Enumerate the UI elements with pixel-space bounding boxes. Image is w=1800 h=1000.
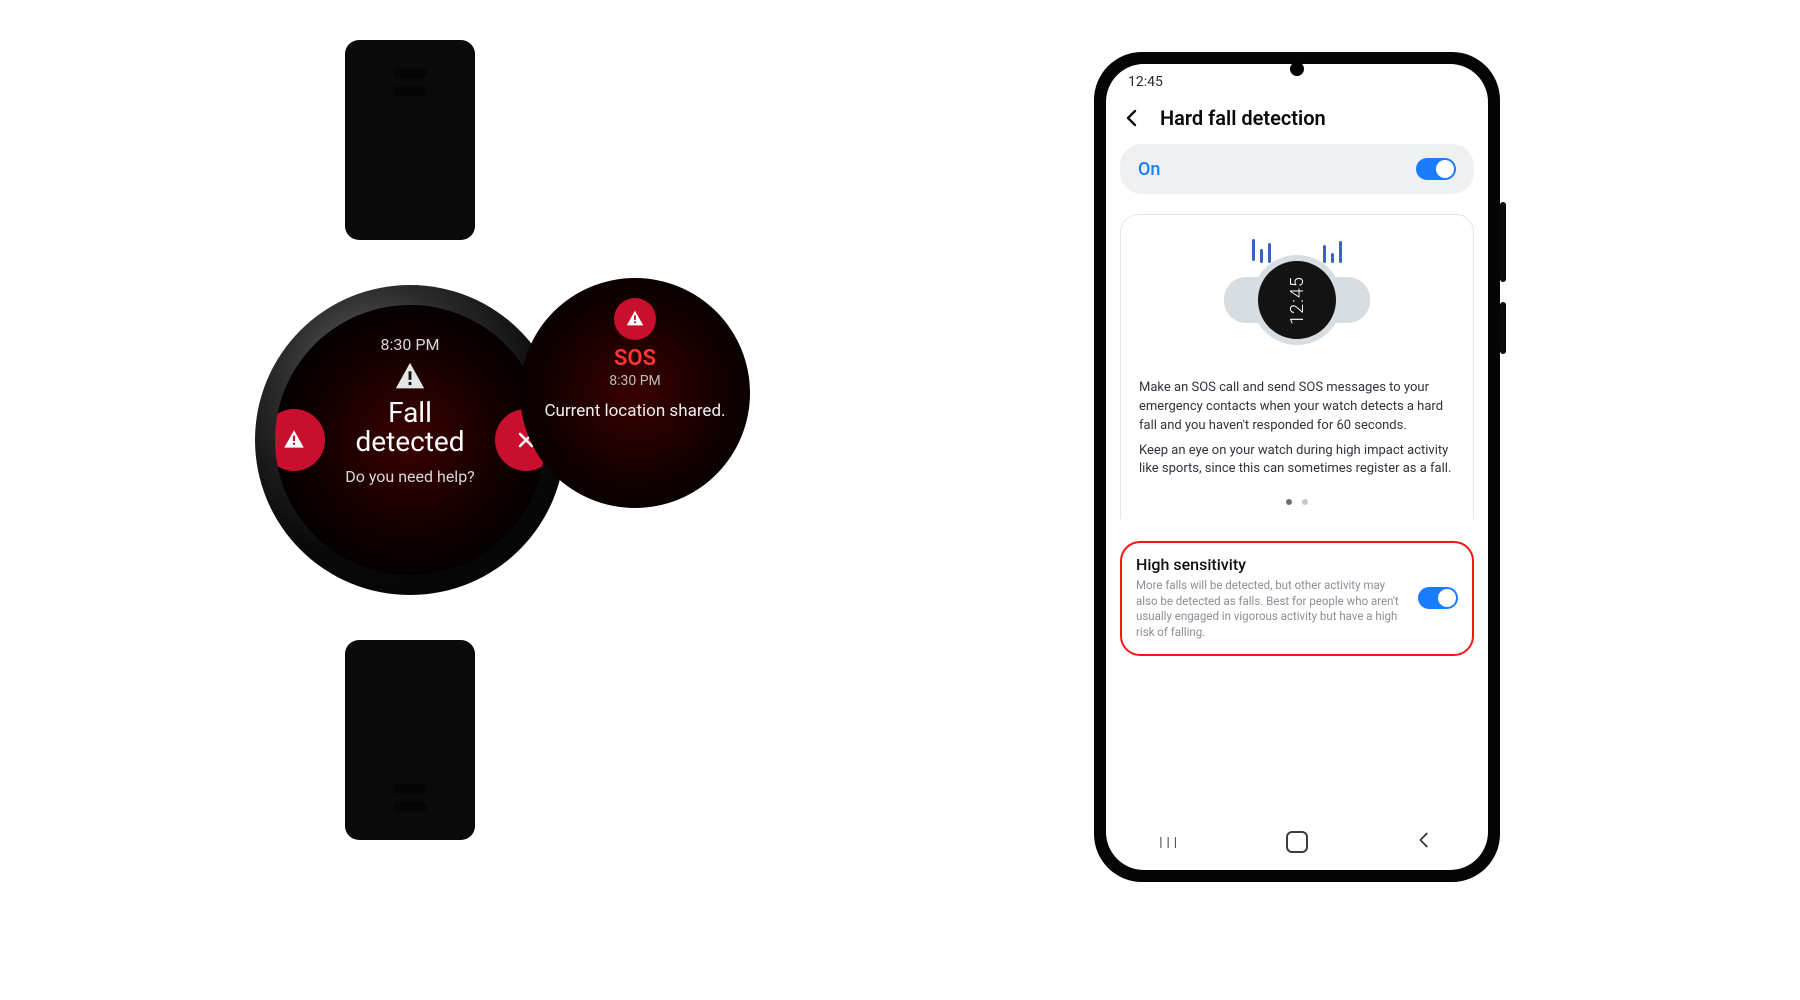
back-nav-button[interactable]	[1413, 829, 1435, 855]
high-sensitivity-title: High sensitivity	[1136, 555, 1404, 574]
watch-illustration: 12:45	[1222, 235, 1372, 365]
toggle-switch[interactable]	[1416, 158, 1456, 180]
front-camera	[1290, 62, 1304, 76]
hard-fall-detection-toggle-row[interactable]: On	[1120, 144, 1474, 194]
feature-description: Make an SOS call and send SOS messages t…	[1139, 379, 1455, 485]
back-button[interactable]	[1120, 106, 1144, 130]
sos-time: 8:30 PM	[520, 373, 750, 389]
toggle-state-label: On	[1138, 159, 1160, 180]
high-sensitivity-row[interactable]: High sensitivity More falls will be dete…	[1120, 541, 1474, 656]
watch-band-bottom	[345, 640, 475, 840]
page-dot-active	[1286, 499, 1292, 505]
watch-screen: 8:30 PM Fall detected Do you need help?	[275, 305, 545, 575]
phone-screen: 12:45 Hard fall detection On	[1106, 64, 1488, 870]
need-help-prompt: Do you need help?	[275, 467, 545, 486]
info-card: 12:45 Make an SOS call and send SOS mess…	[1120, 214, 1474, 519]
phone-side-button	[1500, 302, 1506, 354]
recents-button[interactable]: III	[1159, 833, 1181, 852]
sos-label: SOS	[520, 346, 750, 371]
alert-icon	[614, 298, 656, 340]
status-time: 12:45	[1128, 74, 1163, 90]
home-button[interactable]	[1286, 831, 1308, 853]
illustration-time: 12:45	[1287, 276, 1308, 325]
sos-message: Current location shared.	[520, 401, 750, 421]
phone-device: 12:45 Hard fall detection On	[1094, 52, 1500, 882]
high-sensitivity-toggle[interactable]	[1418, 587, 1458, 609]
nav-bar: III	[1106, 814, 1488, 870]
watch-case: 8:30 PM Fall detected Do you need help?	[255, 285, 565, 595]
phone-side-button	[1500, 202, 1506, 282]
page-dot	[1302, 499, 1308, 505]
smartwatch-sos-confirm: SOS 8:30 PM Current location shared.	[520, 278, 750, 508]
high-sensitivity-description: More falls will be detected, but other a…	[1136, 578, 1404, 640]
watch-time: 8:30 PM	[275, 335, 545, 354]
smartwatch-fall-detected: 8:30 PM Fall detected Do you need help?	[250, 120, 570, 760]
alert-icon	[393, 360, 427, 394]
page-indicator[interactable]	[1286, 499, 1308, 505]
watch-band-top	[345, 40, 475, 240]
page-title: Hard fall detection	[1160, 106, 1326, 130]
